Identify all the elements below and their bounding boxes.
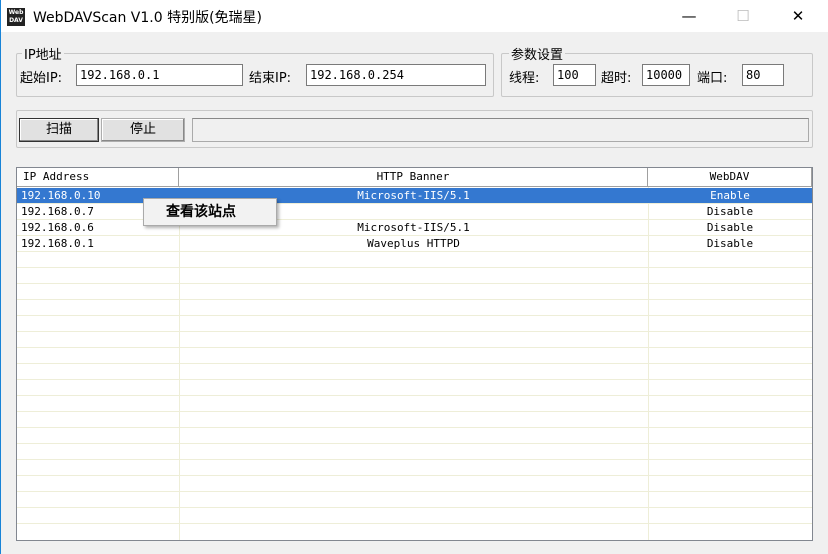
empty-row bbox=[17, 252, 812, 268]
port-label: 端口: bbox=[697, 71, 728, 86]
table-row[interactable]: 192.168.0.7 Disable bbox=[17, 204, 812, 220]
cell-banner: Waveplus HTTPD bbox=[367, 237, 460, 250]
cell-webdav: Disable bbox=[706, 221, 754, 234]
param-group-legend: 参数设置 bbox=[509, 44, 566, 63]
cell-ip: 192.168.0.6 bbox=[21, 221, 94, 234]
cell-webdav: Disable bbox=[706, 205, 754, 218]
cell-webdav: Enable bbox=[710, 189, 750, 202]
table-row[interactable]: 192.168.0.10 Microsoft-IIS/5.1 Enable bbox=[17, 188, 812, 204]
empty-row bbox=[17, 396, 812, 412]
results-table[interactable]: IP Address HTTP Banner WebDAV 192.168.0.… bbox=[16, 167, 813, 541]
start-ip-input[interactable]: 192.168.0.1 bbox=[76, 64, 243, 86]
title-bar: Web DAV WebDAVScan V1.0 特别版(免瑞星) — ☐ ✕ bbox=[1, 0, 828, 32]
column-header-banner[interactable]: HTTP Banner bbox=[179, 168, 648, 187]
threads-label: 线程: bbox=[509, 71, 540, 86]
port-input[interactable]: 80 bbox=[742, 64, 784, 86]
empty-row bbox=[17, 380, 812, 396]
empty-row bbox=[17, 460, 812, 476]
empty-row bbox=[17, 268, 812, 284]
cell-ip: 192.168.0.7 bbox=[21, 205, 94, 218]
maximize-button[interactable]: ☐ bbox=[720, 0, 766, 32]
cell-webdav: Disable bbox=[706, 237, 754, 250]
empty-row bbox=[17, 428, 812, 444]
table-row[interactable]: 192.168.0.1 Waveplus HTTPD Disable bbox=[17, 236, 812, 252]
minimize-button[interactable]: — bbox=[666, 0, 712, 32]
progress-bar bbox=[192, 118, 809, 142]
empty-row bbox=[17, 476, 812, 492]
empty-row bbox=[17, 300, 812, 316]
scan-button[interactable]: 扫描 bbox=[19, 118, 99, 142]
empty-row bbox=[17, 364, 812, 380]
end-ip-input[interactable]: 192.168.0.254 bbox=[306, 64, 486, 86]
ip-group-legend: IP地址 bbox=[22, 44, 64, 63]
context-menu-item-view-site[interactable]: 查看该站点 bbox=[143, 198, 277, 226]
empty-row bbox=[17, 348, 812, 364]
empty-row bbox=[17, 284, 812, 300]
empty-row bbox=[17, 508, 812, 524]
column-header-webdav[interactable]: WebDAV bbox=[648, 168, 812, 187]
table-row[interactable]: 192.168.0.6 Microsoft-IIS/5.1 Disable bbox=[17, 220, 812, 236]
close-button[interactable]: ✕ bbox=[775, 0, 821, 32]
empty-row bbox=[17, 332, 812, 348]
column-header-ip[interactable]: IP Address bbox=[17, 168, 179, 187]
window-title: WebDAVScan V1.0 特别版(免瑞星) bbox=[33, 10, 263, 26]
empty-row bbox=[17, 492, 812, 508]
cell-ip: 192.168.0.10 bbox=[21, 189, 101, 202]
start-ip-label: 起始IP: bbox=[20, 71, 63, 86]
stop-button[interactable]: 停止 bbox=[101, 118, 185, 142]
empty-row bbox=[17, 412, 812, 428]
end-ip-label: 结束IP: bbox=[249, 71, 292, 86]
empty-row bbox=[17, 444, 812, 460]
threads-input[interactable]: 100 bbox=[553, 64, 596, 86]
app-logo-icon: Web DAV bbox=[7, 8, 25, 26]
cell-ip: 192.168.0.1 bbox=[21, 237, 94, 250]
timeout-input[interactable]: 10000 bbox=[642, 64, 690, 86]
empty-row bbox=[17, 316, 812, 332]
timeout-label: 超时: bbox=[601, 71, 632, 86]
